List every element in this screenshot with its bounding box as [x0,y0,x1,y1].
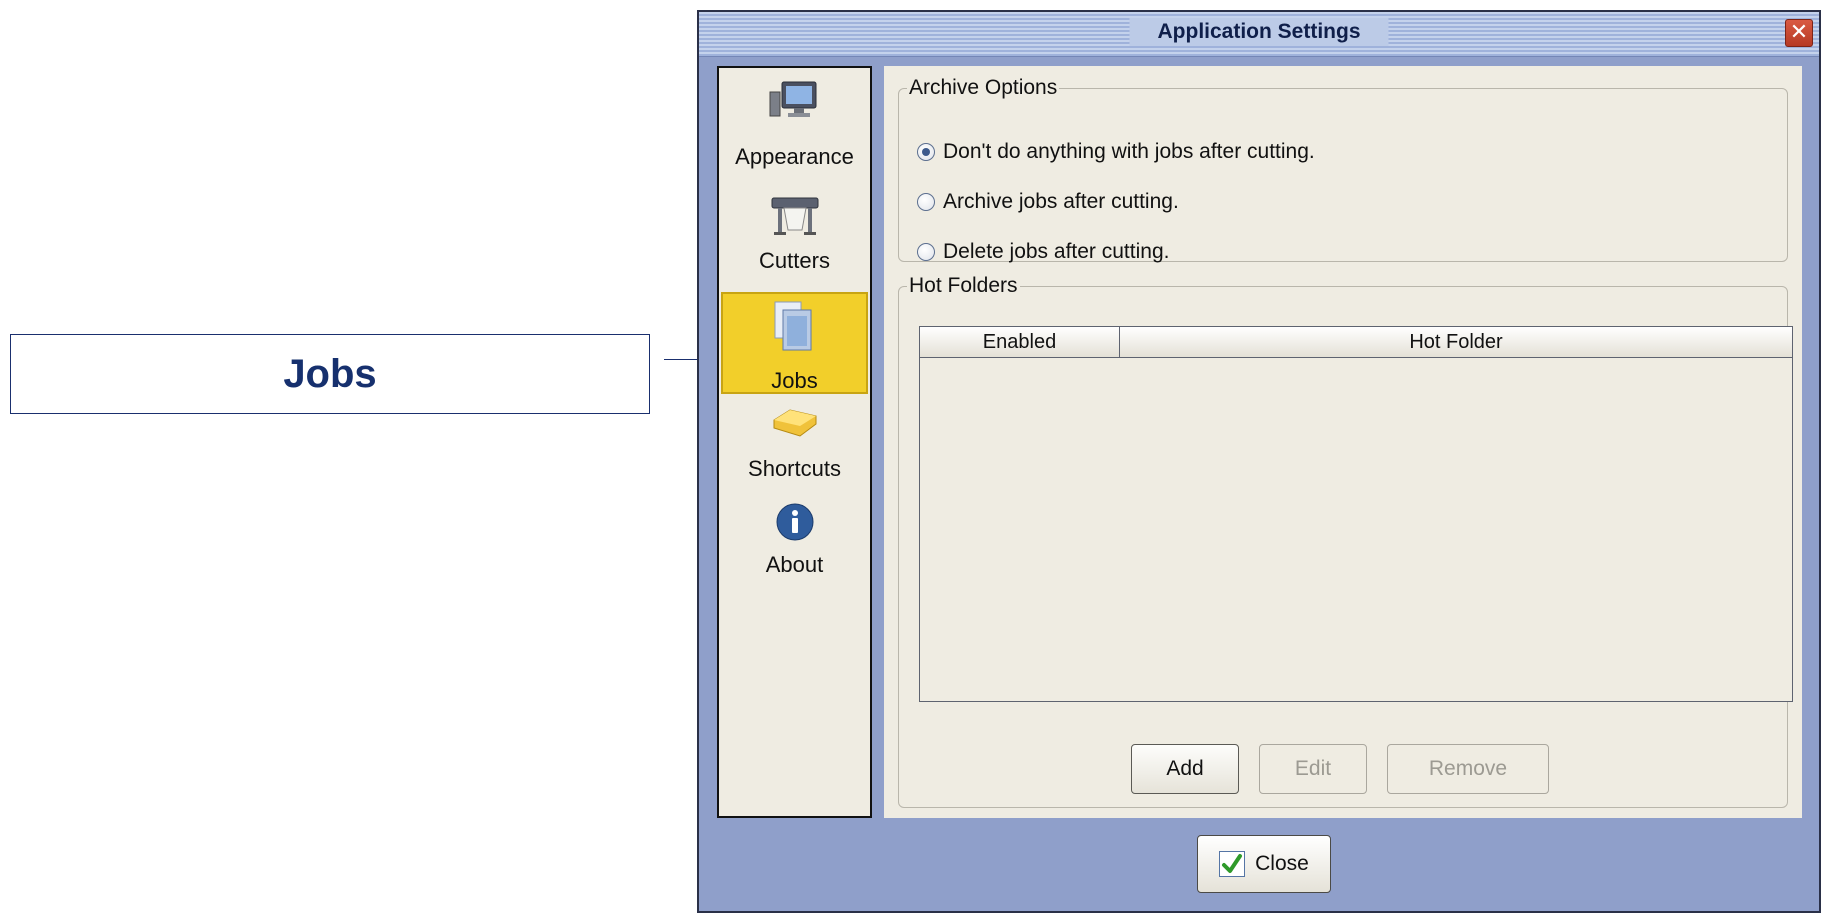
monitor-icon [769,81,816,117]
window-close-icon[interactable]: ✕ [1785,19,1813,47]
sidebar-item-label: Jobs [771,368,818,393]
settings-content-pane: Archive Options Don't do anything with j… [884,66,1802,818]
callout-label: Jobs [283,351,377,396]
radio-label: Delete jobs after cutting. [943,240,1170,263]
remove-button[interactable]: Remove [1387,744,1549,794]
title-bar[interactable]: Application Settings ✕ [699,12,1819,57]
table-header: Enabled Hot Folder [920,327,1792,358]
edit-button[interactable]: Edit [1259,744,1367,794]
info-icon [776,503,813,541]
plotter-icon [771,197,818,235]
close-button-label: Close [1255,852,1309,875]
sidebar-item-jobs[interactable]: Jobs [721,292,868,394]
checkmark-icon [1219,851,1246,877]
radio-label: Don't do anything with jobs after cuttin… [943,140,1315,163]
sidebar-item-shortcuts[interactable]: Shortcuts [719,398,870,498]
archive-options-legend: Archive Options [909,76,1058,99]
column-header-hot-folder[interactable]: Hot Folder [1120,327,1792,357]
add-button[interactable]: Add [1131,744,1239,794]
radio-button[interactable] [917,193,935,211]
sidebar-item-about[interactable]: About [719,502,870,602]
sidebar-item-cutters[interactable]: Cutters [719,192,870,292]
column-header-enabled[interactable]: Enabled [920,327,1120,357]
radio-do-nothing[interactable]: Don't do anything with jobs after cuttin… [917,140,1315,164]
application-settings-dialog: Application Settings ✕ Appearance Cutter… [697,10,1821,913]
sidebar-item-appearance[interactable]: Appearance [719,80,870,180]
sidebar-item-label: Shortcuts [748,456,841,481]
sidebar-item-label: Cutters [759,248,830,273]
radio-button[interactable] [917,143,935,161]
radio-button[interactable] [917,243,935,261]
settings-sidebar: Appearance Cutters Jobs Shortcuts About [717,66,872,818]
hot-folders-legend: Hot Folders [909,274,1018,297]
key-icon [773,409,816,437]
hot-folders-table[interactable]: Enabled Hot Folder [919,326,1793,702]
radio-label: Archive jobs after cutting. [943,190,1179,213]
callout-box: Jobs [10,334,650,414]
window-title: Application Settings [1129,18,1389,46]
hot-folders-group: Hot Folders Enabled Hot Folder Add Edit … [898,274,1793,808]
sidebar-item-label: About [765,552,824,577]
sidebar-item-label: Appearance [735,144,854,169]
table-body[interactable] [920,358,1792,702]
radio-delete-jobs[interactable]: Delete jobs after cutting. [917,240,1169,264]
documents-icon [774,301,811,351]
close-button[interactable]: Close [1197,835,1331,893]
archive-options-group: Archive Options Don't do anything with j… [898,76,1788,264]
radio-archive-jobs[interactable]: Archive jobs after cutting. [917,190,1179,214]
